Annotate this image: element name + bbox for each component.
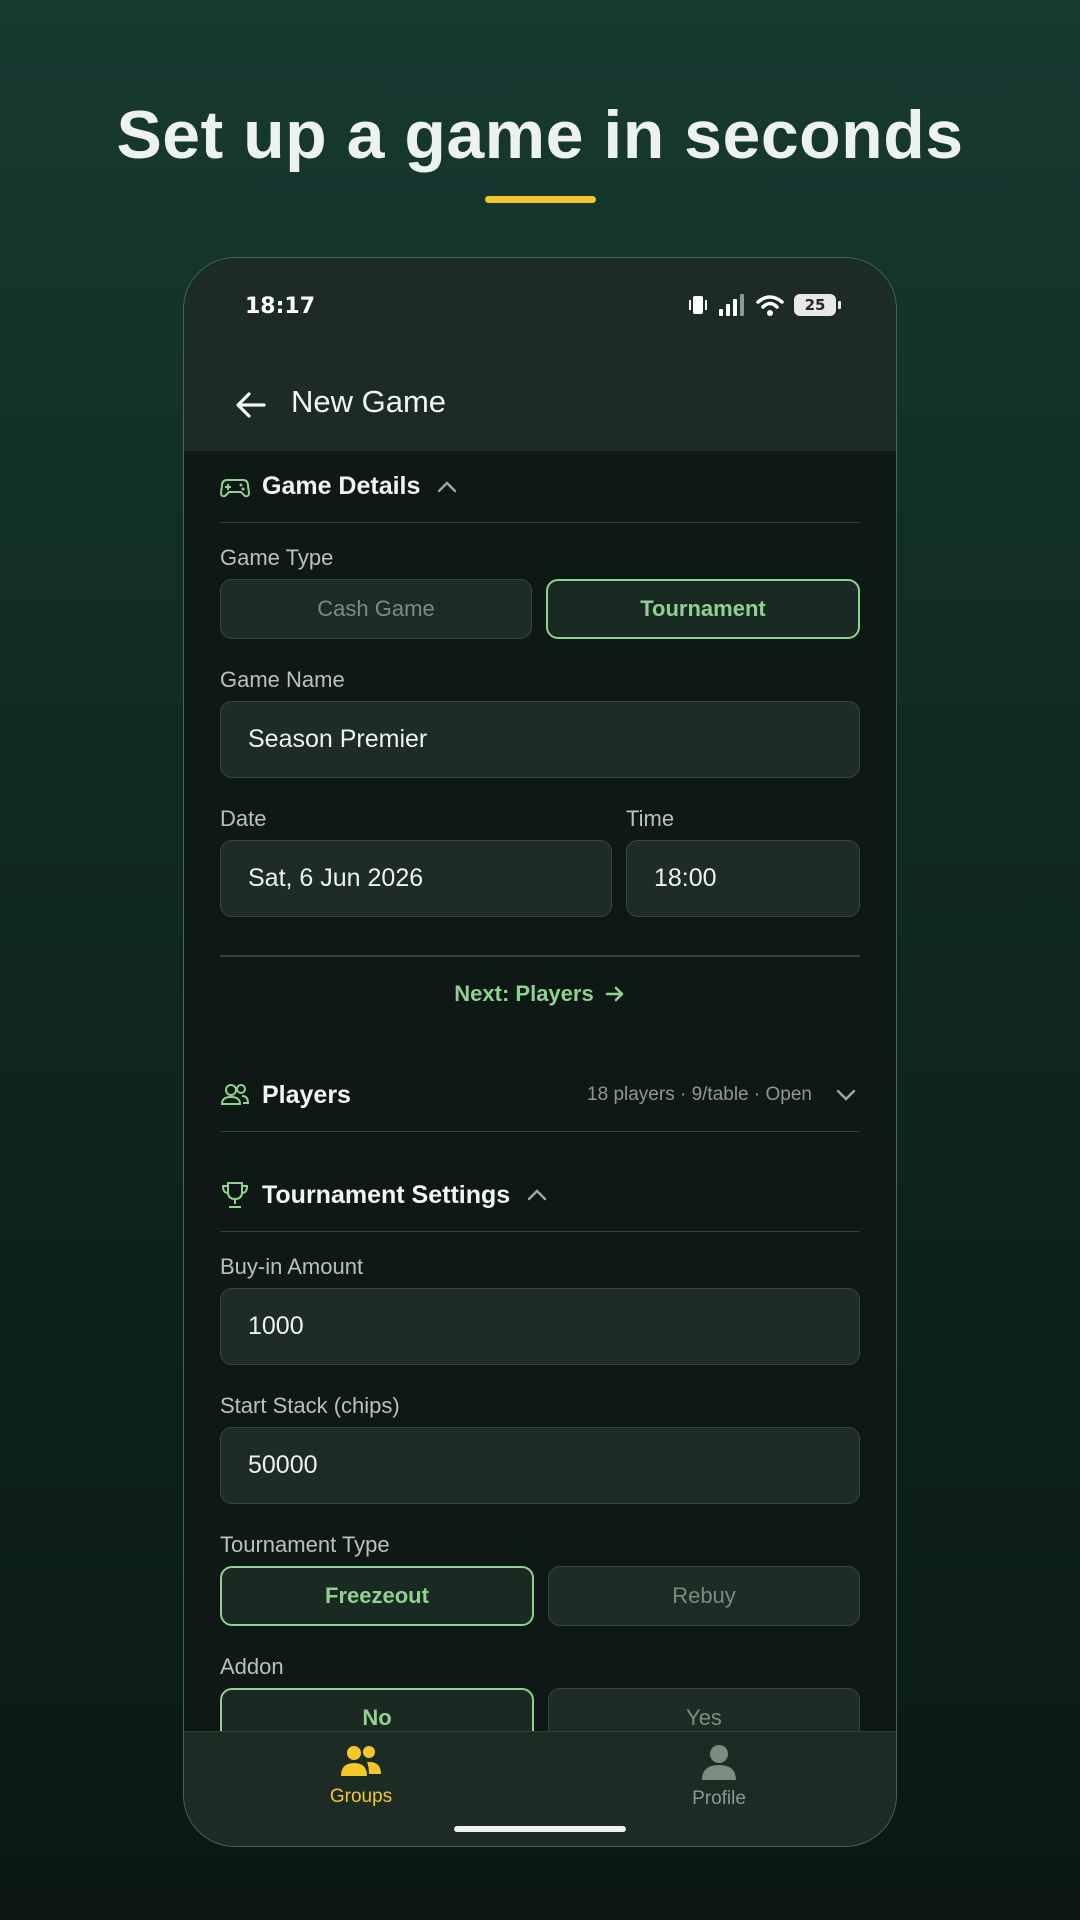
- groups-icon: [341, 1746, 381, 1776]
- start-stack-label: Start Stack (chips): [220, 1392, 400, 1418]
- person-icon: [702, 1745, 736, 1780]
- tournament-type-selector: Freezeout Rebuy: [220, 1565, 860, 1626]
- chevron-down-icon[interactable]: [832, 1081, 860, 1109]
- section-title-game-details: Game Details: [262, 472, 421, 500]
- section-tournament-settings[interactable]: Tournament Settings: [220, 1160, 860, 1232]
- time-input[interactable]: 18:00: [626, 840, 860, 917]
- time-label: Time: [626, 806, 675, 831]
- game-type-cash[interactable]: Cash Game: [220, 579, 532, 639]
- game-name-input[interactable]: Season Premier: [220, 701, 860, 778]
- section-title-tournament: Tournament Settings: [262, 1180, 511, 1209]
- phone-frame: 18:17 25 New Game Game Details Game Type…: [183, 257, 897, 1847]
- status-time: 18:17: [245, 294, 316, 319]
- tab-profile-label: Profile: [692, 1788, 746, 1809]
- next-players-button[interactable]: Next: Players: [220, 957, 860, 1032]
- trophy-icon: [221, 1182, 249, 1208]
- chevron-up-icon[interactable]: [524, 1182, 550, 1208]
- game-type-label: Game Type: [220, 545, 334, 570]
- signal-icon: [719, 294, 744, 316]
- players-summary: 18 players · 9/table · Open: [587, 1084, 812, 1105]
- page-headline: Set up a game in seconds: [116, 97, 964, 173]
- start-stack-input[interactable]: 50000: [220, 1426, 860, 1504]
- tab-groups-label: Groups: [329, 1786, 393, 1807]
- gamepad-icon: [220, 478, 250, 497]
- status-icons: 25: [688, 294, 841, 316]
- game-type-selector: Cash Game Tournament: [220, 579, 860, 639]
- date-input[interactable]: Sat, 6 Jun 2026: [220, 840, 612, 917]
- chevron-up-icon[interactable]: [434, 474, 460, 500]
- section-game-details[interactable]: Game Details: [220, 451, 860, 523]
- buyin-label: Buy-in Amount: [220, 1253, 364, 1279]
- battery-icon: 25: [794, 294, 841, 316]
- wifi-icon: [756, 295, 784, 316]
- page-title: New Game: [291, 384, 447, 419]
- tournament-type-label: Tournament Type: [220, 1531, 390, 1557]
- top-app-bar: 18:17 25 New Game: [184, 258, 896, 451]
- people-icon: [220, 1084, 250, 1105]
- bottom-tab-bar: Groups Profile: [184, 1731, 896, 1846]
- date-label: Date: [220, 806, 267, 831]
- headline-underline: [485, 196, 596, 203]
- vibrate-icon: [689, 296, 707, 314]
- section-title-players: Players: [262, 1080, 351, 1109]
- tab-groups[interactable]: Groups: [301, 1744, 421, 1808]
- tournament-type-freezeout[interactable]: Freezeout: [220, 1565, 534, 1626]
- next-players-label: Next: Players: [454, 981, 594, 1006]
- tab-profile[interactable]: Profile: [659, 1744, 779, 1810]
- home-indicator: [454, 1826, 626, 1832]
- tournament-type-rebuy[interactable]: Rebuy: [548, 1565, 860, 1626]
- form-content: Game Details Game Type Cash Game Tournam…: [220, 451, 860, 1748]
- game-name-label: Game Name: [220, 667, 345, 692]
- section-players[interactable]: Players 18 players · 9/table · Open: [220, 1060, 860, 1132]
- arrow-right-icon: [605, 986, 624, 1002]
- back-arrow-icon[interactable]: [234, 388, 268, 422]
- game-type-tournament[interactable]: Tournament: [546, 579, 860, 639]
- buyin-input[interactable]: 1000: [220, 1287, 860, 1365]
- addon-label: Addon: [220, 1653, 284, 1679]
